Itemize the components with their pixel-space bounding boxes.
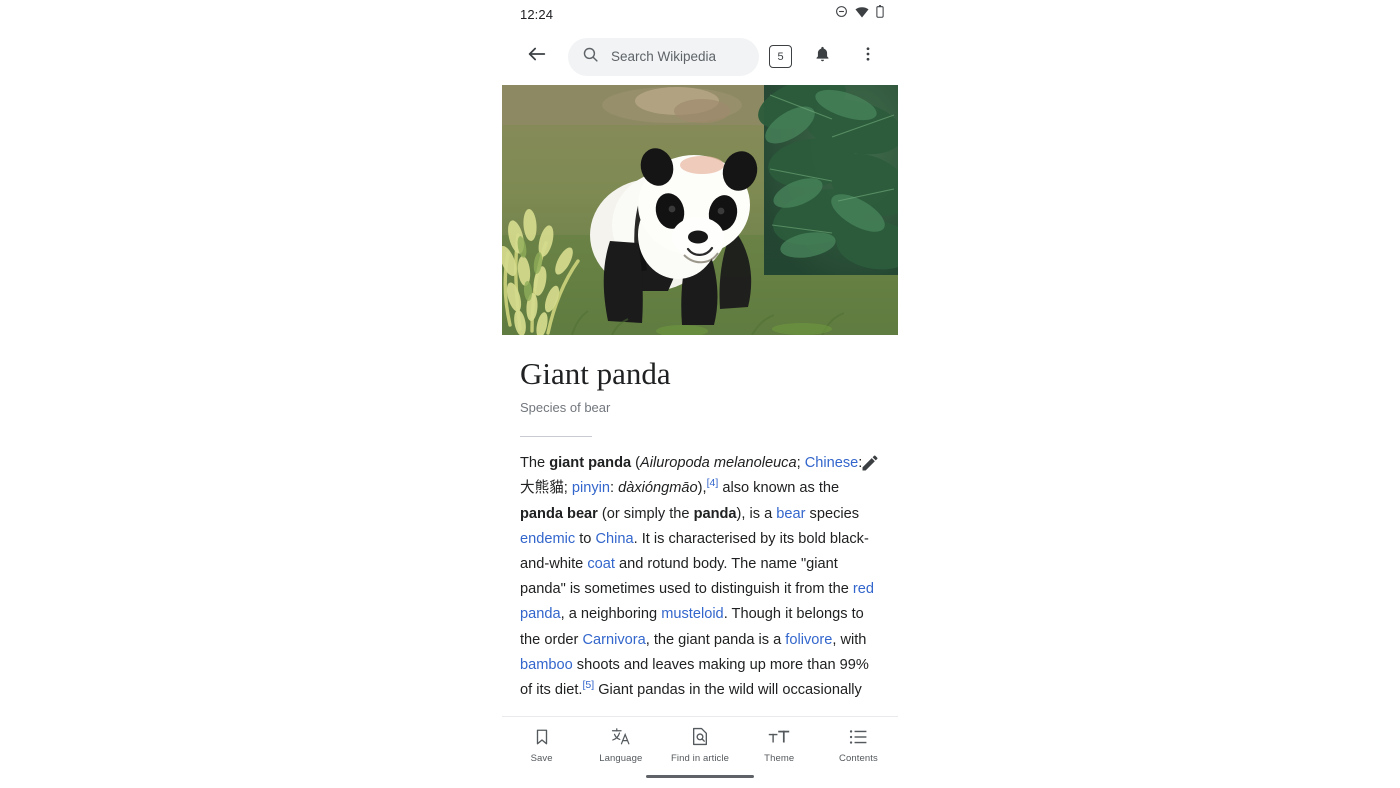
battery-icon [876, 5, 884, 23]
tab-count-button[interactable]: 5 [769, 45, 792, 68]
bottom-label-save: Save [530, 753, 553, 764]
lead-part-9: dàxióngmāo [618, 480, 698, 497]
status-time: 12:24 [520, 6, 554, 22]
lead-part-33[interactable]: bamboo [520, 657, 573, 673]
lead-part-5[interactable]: Chinese [805, 455, 859, 471]
article-hero-image[interactable] [502, 85, 898, 335]
lead-part-11[interactable]: [4] [707, 477, 719, 489]
lead-part-10: ), [697, 480, 707, 497]
search-icon [582, 46, 599, 68]
article-body: Giant panda Species of bear The giant pa… [502, 356, 898, 705]
bottom-label-find-in-article: Find in article [671, 753, 729, 764]
bookmark-icon [533, 726, 551, 747]
more-vertical-icon [859, 45, 877, 68]
status-icon-group [835, 5, 884, 23]
overflow-menu-button[interactable] [854, 43, 882, 71]
bottom-label-contents: Contents [839, 753, 878, 764]
lead-part-17[interactable]: bear [776, 506, 805, 522]
lead-part-30: , the giant panda is a [645, 631, 786, 648]
lead-part-27[interactable]: musteloid [661, 606, 723, 622]
lead-section: The giant panda (Ailuropoda melanoleuca;… [520, 437, 880, 705]
lead-part-15: panda [693, 505, 737, 522]
lead-part-32: , with [832, 631, 867, 648]
lead-part-20: to [575, 530, 596, 547]
translate-icon [611, 726, 631, 747]
arrow-back-icon [526, 43, 548, 70]
bottom-label-language: Language [599, 753, 643, 764]
page-title: Giant panda [520, 356, 671, 391]
lead-part-35[interactable]: [5] [582, 679, 594, 691]
wifi-icon [855, 5, 869, 23]
lead-part-4: ; [796, 455, 805, 472]
pencil-icon[interactable] [860, 453, 880, 475]
lead-part-18: species [805, 505, 860, 522]
lead-part-13: panda bear [520, 505, 598, 522]
lead-part-2: ( [631, 455, 641, 472]
search-input[interactable]: Search Wikipedia [568, 37, 759, 76]
back-button[interactable] [520, 40, 554, 74]
text-format-icon [768, 726, 790, 747]
lead-part-12: also known as the [718, 480, 840, 497]
lead-part-36: Giant pandas in the wild will occasional… [594, 681, 862, 698]
lead-part-14: (or simply the [597, 505, 694, 522]
lead-paragraph: The giant panda (Ailuropoda melanoleuca;… [520, 451, 880, 703]
bottom-label-theme: Theme [764, 753, 795, 764]
lead-part-23[interactable]: coat [587, 556, 615, 572]
lead-part-31[interactable]: folivore [785, 632, 832, 648]
app-bar: Search Wikipedia 5 [502, 28, 898, 85]
lead-part-7[interactable]: pinyin [572, 480, 610, 496]
do-not-disturb-icon [835, 5, 848, 23]
lead-part-16: ), is a [736, 505, 777, 522]
list-icon [849, 726, 868, 747]
lead-part-3: Ailuropoda melanoleuca [640, 455, 797, 472]
notifications-button[interactable] [808, 43, 836, 71]
bottom-item-language[interactable]: Language [581, 726, 660, 764]
bottom-item-save[interactable]: Save [502, 726, 581, 764]
lead-text: The giant panda (Ailuropoda melanoleuca;… [520, 455, 874, 698]
lead-part-1: giant panda [549, 455, 632, 472]
search-placeholder: Search Wikipedia [611, 49, 717, 64]
lead-part-8: : [610, 480, 619, 497]
bottom-item-find-in-article[interactable]: Find in article [660, 726, 739, 764]
lead-part-26: , a neighboring [560, 606, 662, 623]
home-indicator [646, 775, 754, 778]
lead-part-0: The [520, 455, 550, 472]
lead-part-29[interactable]: Carnivora [582, 632, 645, 648]
bottom-item-contents[interactable]: Contents [819, 726, 898, 764]
bell-icon [813, 45, 832, 69]
status-bar: 12:24 [502, 0, 898, 28]
find-in-page-icon [691, 726, 709, 747]
lead-part-19[interactable]: endemic [520, 531, 575, 547]
lead-part-21[interactable]: China [595, 531, 633, 547]
phone-screen: 12:24 Search Wikipedia 5 Giant panda Spe… [502, 0, 898, 788]
tab-count-label: 5 [777, 50, 784, 63]
page-description: Species of bear [520, 400, 611, 416]
bottom-item-theme[interactable]: Theme [740, 726, 819, 764]
